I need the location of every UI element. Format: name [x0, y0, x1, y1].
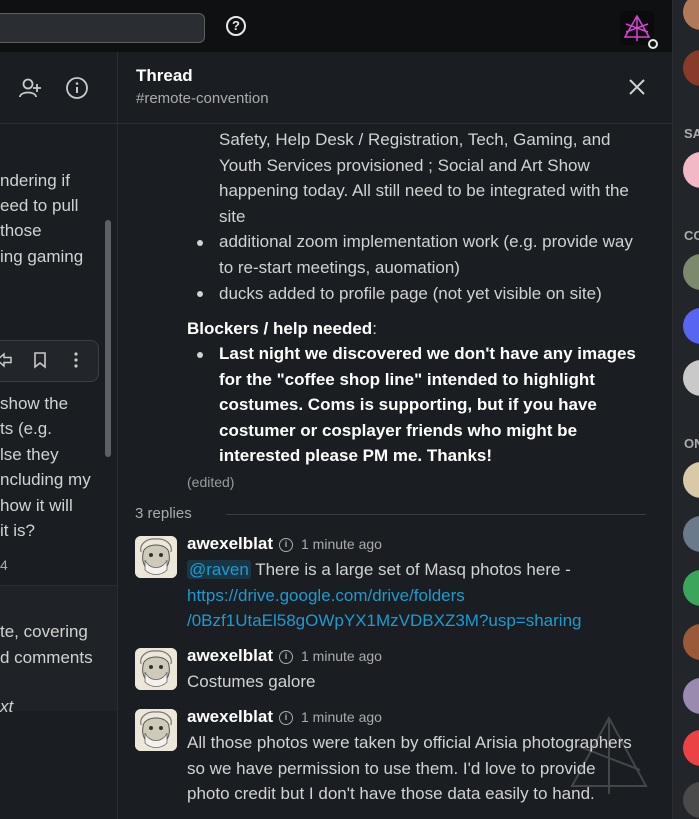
drive-link[interactable]: /0Bzf1UtaEl58gOWpYX1MzVDBXZ3M?usp=sharin…: [187, 608, 582, 634]
blocker-line: costumes. Coms is supporting, but if you…: [219, 395, 597, 414]
member-avatar[interactable]: [683, 678, 699, 714]
author-name[interactable]: awexelblat: [187, 534, 273, 553]
reply-count: 3 replies: [135, 505, 192, 522]
help-icon[interactable]: ?: [226, 16, 246, 36]
bullet-item: ducks added to profile page (not yet vis…: [219, 284, 602, 303]
replies-divider: [226, 514, 646, 515]
message-fragment: ndering if: [0, 171, 70, 190]
blockers-heading: Blockers / help needed:: [187, 319, 377, 338]
member-avatar[interactable]: [683, 516, 699, 552]
message-text: Costumes galore: [187, 672, 316, 691]
member-avatar[interactable]: [683, 624, 699, 660]
discord-avatar-icon[interactable]: [683, 570, 699, 606]
message-actions-toolbar: [0, 340, 99, 382]
discord-avatar-icon[interactable]: [683, 308, 699, 344]
message-fragment: xt: [0, 697, 14, 716]
info-icon[interactable]: i: [279, 538, 293, 552]
message-meta: awexelblat i 1 minute ago: [187, 646, 382, 666]
message-line: so we have permission to use them. I'd l…: [187, 759, 596, 778]
message-line: site: [219, 207, 246, 226]
thread-title: Thread: [136, 66, 193, 85]
user-avatar-icon: [135, 536, 177, 578]
message-fragment: d comments: [0, 648, 93, 667]
member-avatar[interactable]: [683, 782, 699, 818]
timestamp[interactable]: 1 minute ago: [301, 648, 382, 664]
bullet-icon: [197, 240, 203, 246]
discord-avatar-icon[interactable]: [683, 730, 699, 766]
message-fragment: how it will: [0, 496, 73, 515]
info-icon[interactable]: i: [279, 711, 293, 725]
blocker-line: costumer or cosplayer friends who might …: [219, 421, 578, 440]
edited-label: (edited): [187, 474, 235, 490]
blocker-line: for the "coffee shop line" intended to h…: [219, 370, 595, 389]
timestamp[interactable]: 1 minute ago: [301, 709, 382, 725]
message-fragment: ing gaming: [0, 247, 84, 266]
reply-count-fragment[interactable]: 4: [0, 553, 8, 579]
message-fragment: it is?: [0, 521, 35, 540]
message-fragment: show the: [0, 394, 69, 413]
drive-link[interactable]: https://drive.google.com/drive/folders: [187, 583, 465, 609]
message-line: photo credit but I don't have those data…: [187, 784, 595, 803]
members-sidebar: SA CO ON: [672, 0, 699, 819]
message-meta: awexelblat i 1 minute ago: [187, 534, 382, 554]
message-fragment: those: [0, 221, 42, 240]
message-fragment: te, covering: [0, 622, 88, 641]
message-fragment: ncluding my: [0, 470, 91, 489]
bullet-icon: [197, 352, 203, 358]
close-icon[interactable]: [626, 76, 648, 98]
thread-header: Thread #remote-convention: [118, 52, 672, 124]
section-label: ON: [684, 436, 699, 451]
avatar[interactable]: [135, 536, 177, 578]
avatar[interactable]: [135, 709, 177, 751]
blocker-line: Last night we discovered we don't have a…: [219, 344, 636, 363]
author-name[interactable]: awexelblat: [187, 646, 273, 665]
section-label: SA: [684, 126, 699, 141]
message-line: happening today. All still need to be in…: [219, 181, 629, 200]
bullet-icon: [197, 291, 203, 297]
message-meta: awexelblat i 1 minute ago: [187, 707, 382, 727]
channel-pane: ndering if eed to pull those ing gaming …: [0, 52, 118, 819]
timestamp[interactable]: 1 minute ago: [301, 536, 382, 552]
channel-header: [0, 52, 117, 124]
user-avatar-icon: [135, 709, 177, 751]
author-name[interactable]: awexelblat: [187, 707, 273, 726]
member-avatar[interactable]: [683, 0, 699, 30]
section-label: CO: [684, 228, 699, 243]
scrollbar[interactable]: [105, 220, 111, 457]
member-avatar[interactable]: [683, 360, 699, 396]
avatar[interactable]: [135, 648, 177, 690]
more-actions-icon[interactable]: [67, 351, 85, 369]
message-fragment: eed to pull: [0, 196, 79, 215]
blocker-line: interested please PM me. Thanks!: [219, 446, 493, 465]
message-line: Safety, Help Desk / Registration, Tech, …: [219, 130, 611, 149]
workspace-avatar[interactable]: [620, 11, 658, 49]
member-avatar[interactable]: [683, 152, 699, 188]
message-line: Youth Services provisioned ; Social and …: [219, 156, 590, 175]
bullet-item: to re-start meetings, auomation): [219, 258, 460, 277]
add-member-icon[interactable]: [18, 76, 42, 100]
user-mention[interactable]: @raven: [187, 560, 251, 579]
watermark-logo-icon: [570, 715, 648, 794]
thread-channel-link[interactable]: #remote-convention: [136, 90, 269, 107]
member-avatar[interactable]: [683, 462, 699, 498]
info-icon[interactable]: i: [279, 650, 293, 664]
bookmark-icon[interactable]: [31, 351, 49, 369]
member-avatar[interactable]: [683, 50, 699, 86]
channel-details-icon[interactable]: [65, 76, 89, 100]
bullet-item: additional zoom implementation work (e.g…: [219, 232, 633, 251]
presence-status-icon: [648, 39, 658, 49]
thread-pane: Thread #remote-convention Safety, Help D…: [118, 52, 672, 819]
user-avatar-icon: [135, 648, 177, 690]
message-fragment: ts (e.g.: [0, 419, 52, 438]
message-text: @raven There is a large set of Masq phot…: [187, 560, 571, 579]
share-icon[interactable]: [0, 351, 13, 369]
message-fragment: lse they: [0, 445, 59, 464]
member-avatar[interactable]: [683, 254, 699, 290]
search-input[interactable]: [0, 13, 205, 43]
top-bar: ?: [0, 0, 672, 53]
